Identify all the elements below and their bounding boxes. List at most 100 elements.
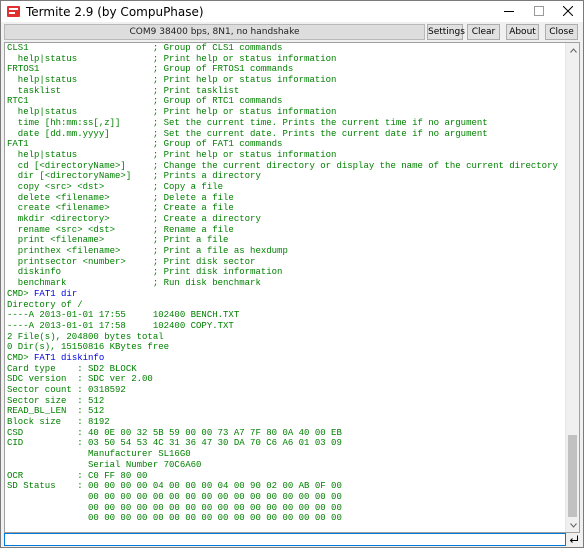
send-icon[interactable]: [568, 533, 580, 546]
console-line-text: diskinfo ; Print disk information: [7, 267, 283, 278]
console-line-text: 0 Dir(s), 15150816 KBytes free: [7, 342, 170, 353]
command-input[interactable]: [4, 533, 566, 546]
terminal-output[interactable]: CLS1 ; Group of CLS1 commands help|statu…: [4, 42, 580, 533]
console-line-text: date [dd.mm.yyyy] ; Set the current date…: [7, 128, 488, 139]
console-line-text: help|status ; Print help or status infor…: [7, 53, 337, 64]
console-line: diskinfo ; Print disk information: [7, 267, 567, 278]
settings-button[interactable]: Settings: [427, 24, 465, 40]
console-line: copy <src> <dst> ; Copy a file: [7, 182, 567, 193]
console-line-text: rename <src> <dst> ; Rename a file: [7, 224, 234, 235]
scroll-up-icon[interactable]: [566, 43, 579, 57]
console-line: cd [<directoryName>] ; Change the curren…: [7, 161, 567, 172]
console-line-text: Directory of /: [7, 299, 83, 310]
console-line: create <filename> ; Create a file: [7, 203, 567, 214]
console-line: 00 00 00 00 00 00 00 00 00 00 00 00 00 0…: [7, 492, 567, 503]
console-line-text: copy <src> <dst> ; Copy a file: [7, 181, 224, 192]
console-line: ----A 2013-01-01 17:58 102400 COPY.TXT: [7, 321, 567, 332]
console-line-text: Block size : 8192: [7, 417, 110, 428]
console-line-text: benchmark ; Run disk benchmark: [7, 278, 261, 289]
console-line: CSD : 40 0E 00 32 5B 59 00 00 73 A7 7F 8…: [7, 428, 567, 439]
console-line: FRTOS1 ; Group of FRTOS1 commands: [7, 64, 567, 75]
console-line: CMD> FAT1 diskinfo: [7, 353, 567, 364]
window-title: Termite 2.9 (by CompuPhase): [26, 5, 204, 19]
console-line-text: 00 00 00 00 00 00 00 00 00 00 00 00 00 0…: [7, 513, 342, 524]
console-line-text: OCR : C0 FF 80 00: [7, 470, 148, 481]
scroll-down-icon[interactable]: [566, 518, 579, 532]
console-line-text: Sector size : 512: [7, 395, 105, 406]
console-line-text: help|status ; Print help or status infor…: [7, 75, 337, 86]
maximize-button[interactable]: [524, 1, 554, 21]
console-line: Sector count : 0318592: [7, 385, 567, 396]
close-window-button[interactable]: [553, 1, 583, 21]
output-lines: CLS1 ; Group of CLS1 commands help|statu…: [7, 43, 567, 532]
console-line: RTC1 ; Group of RTC1 commands: [7, 96, 567, 107]
console-line: 2 File(s), 204800 bytes total: [7, 332, 567, 343]
console-line-text: CLS1 ; Group of CLS1 commands: [7, 43, 283, 53]
console-line-text: FRTOS1 ; Group of FRTOS1 commands: [7, 64, 294, 75]
about-button[interactable]: About: [506, 24, 539, 40]
console-line: SDC version : SDC ver 2.00: [7, 374, 567, 385]
console-line: help|status ; Print help or status infor…: [7, 150, 567, 161]
console-line: FAT1 ; Group of FAT1 commands: [7, 139, 567, 150]
console-line: help|status ; Print help or status infor…: [7, 107, 567, 118]
console-line: CID : 03 50 54 53 4C 31 36 47 30 DA 70 C…: [7, 438, 567, 449]
console-line-text: ----A 2013-01-01 17:58 102400 COPY.TXT: [7, 320, 234, 331]
console-line-text: create <filename> ; Create a file: [7, 203, 234, 214]
clear-button[interactable]: Clear: [467, 24, 500, 40]
console-line: delete <filename> ; Delete a file: [7, 193, 567, 204]
console-line-text: 00 00 00 00 00 00 00 00 00 00 00 00 00 0…: [7, 491, 342, 502]
console-line-text: CSD : 40 0E 00 32 5B 59 00 00 73 A7 7F 8…: [7, 427, 342, 438]
console-line-text: cd [<directoryName>] ; Change the curren…: [7, 160, 558, 171]
console-echo-text: FAT1 dir: [34, 288, 78, 299]
console-line: printhex <filename> ; Print a file as he…: [7, 246, 567, 257]
console-line-text: Sector count : 0318592: [7, 385, 126, 395]
console-line-text: help|status ; Print help or status infor…: [7, 107, 337, 118]
console-line: 00 00 00 00 00 00 00 00 00 00 00 00 00 0…: [7, 513, 567, 524]
console-line-text: help|status ; Print help or status infor…: [7, 149, 337, 160]
console-line-text: RTC1 ; Group of RTC1 commands: [7, 96, 283, 107]
console-line-text: SD Status : 00 00 00 00 04 00 00 00 04 0…: [7, 481, 342, 492]
console-line-text: printsector <number> ; Print disk sector: [7, 256, 256, 267]
console-line-text: printhex <filename> ; Print a file as he…: [7, 246, 288, 257]
app-icon: [7, 5, 20, 18]
console-line-text: Card type : SD2 BLOCK: [7, 363, 137, 374]
console-line-text: mkdir <directory> ; Create a directory: [7, 214, 261, 224]
console-line-text: 00 00 00 00 00 00 00 00 00 00 00 00 00 0…: [7, 502, 342, 513]
console-line: Manufacturer SL16G0: [7, 449, 567, 460]
console-line: Sector size : 512: [7, 396, 567, 407]
console-line-text: CMD>: [7, 352, 35, 363]
console-line-text: SDC version : SDC ver 2.00: [7, 374, 153, 385]
console-line: SD Status : 00 00 00 00 04 00 00 00 04 0…: [7, 481, 567, 492]
console-echo-text: FAT1 diskinfo: [34, 352, 105, 363]
console-line: printsector <number> ; Print disk sector: [7, 257, 567, 268]
connection-status[interactable]: COM9 38400 bps, 8N1, no handshake: [4, 24, 425, 40]
console-line: ----A 2013-01-01 17:55 102400 BENCH.TXT: [7, 310, 567, 321]
console-line-text: print <filename> ; Print a file: [7, 235, 229, 246]
console-line-text: tasklist ; Print tasklist: [7, 85, 240, 96]
console-line-text: CMD>: [7, 288, 35, 299]
input-row: [4, 533, 580, 546]
console-line: CMD> FAT1 dir: [7, 289, 567, 300]
console-line-text: Serial Number 70C6A60: [7, 459, 202, 470]
console-line-text: CID : 03 50 54 53 4C 31 36 47 30 DA 70 C…: [7, 438, 342, 449]
console-line: 00 00 00 00 00 00 00 00 00 00 00 00 00 0…: [7, 503, 567, 514]
console-line-text: FAT1 ; Group of FAT1 commands: [7, 139, 283, 150]
close-button[interactable]: Close: [545, 24, 578, 40]
vertical-scrollbar[interactable]: [565, 43, 579, 532]
console-line: print <filename> ; Print a file: [7, 235, 567, 246]
console-line-text: time [hh:mm:ss[,z]] ; Set the current ti…: [7, 117, 488, 128]
minimize-button[interactable]: [494, 1, 524, 21]
console-line: Serial Number 70C6A60: [7, 460, 567, 471]
console-line: time [hh:mm:ss[,z]] ; Set the current ti…: [7, 118, 567, 129]
title-bar[interactable]: Termite 2.9 (by CompuPhase): [1, 1, 583, 22]
console-line-text: READ_BL_LEN : 512: [7, 406, 105, 417]
toolbar: COM9 38400 bps, 8N1, no handshake Settin…: [1, 22, 583, 42]
console-line: benchmark ; Run disk benchmark: [7, 278, 567, 289]
console-line-text: ----A 2013-01-01 17:55 102400 BENCH.TXT: [7, 310, 240, 321]
console-line: READ_BL_LEN : 512: [7, 406, 567, 417]
console-line: CLS1 ; Group of CLS1 commands: [7, 43, 567, 54]
console-line: Directory of /: [7, 300, 567, 311]
console-line: help|status ; Print help or status infor…: [7, 75, 567, 86]
scrollbar-thumb[interactable]: [568, 435, 577, 517]
